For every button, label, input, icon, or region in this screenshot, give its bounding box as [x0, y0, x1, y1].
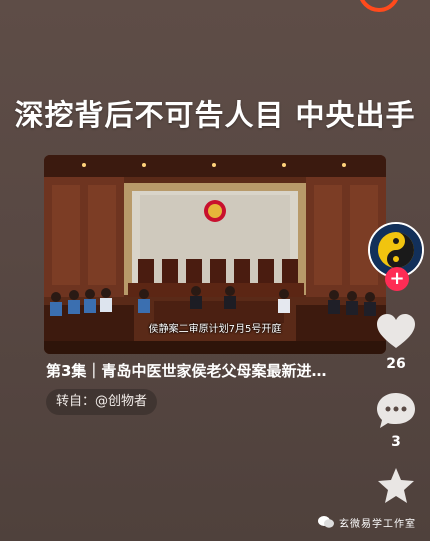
comment-count: 3	[391, 434, 401, 450]
wechat-icon	[318, 516, 334, 528]
video-caption[interactable]: 第3集｜青岛中医世家侯老父母案最新进…	[46, 360, 376, 381]
watermark: 玄微易学工作室	[318, 513, 416, 531]
star-icon[interactable]	[374, 466, 418, 506]
video-subtitle: 侯静案二审原计划7月5号开庭	[148, 324, 282, 335]
like-count: 26	[386, 356, 406, 372]
heart-icon[interactable]	[374, 312, 418, 352]
follow-button[interactable]: +	[385, 267, 409, 291]
video-card[interactable]: 侯静案二审原计划7月5号开庭	[44, 155, 386, 354]
watermark-text: 玄微易学工作室	[339, 518, 416, 530]
repost-tag[interactable]: 转自：@创物者	[46, 389, 158, 415]
headline: 深挖背后不可告人目 中央出手	[14, 98, 416, 132]
comment-icon[interactable]	[374, 390, 418, 430]
